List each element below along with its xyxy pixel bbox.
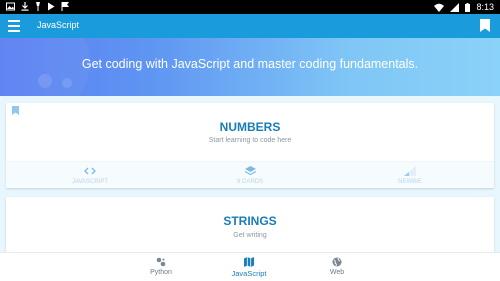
card-subtitle: Get writing: [233, 232, 267, 239]
stat-level: NEWBIE: [370, 166, 450, 185]
layers-icon: [244, 166, 256, 176]
card-bookmark-icon[interactable]: [12, 106, 19, 115]
nav-javascript[interactable]: JavaScript: [219, 257, 279, 278]
globe-icon: [332, 257, 342, 267]
play-store-notification-icon: [48, 2, 55, 11]
map-icon: [244, 257, 254, 267]
hero-tagline: Get coding with JavaScript and master co…: [81, 57, 419, 71]
nav-label: Web: [329, 269, 345, 276]
battery-icon: [465, 2, 471, 12]
status-notifications: [6, 2, 69, 11]
lesson-card-numbers[interactable]: NUMBERS Start learning to code here JAVA…: [6, 103, 494, 188]
nav-label: Python: [150, 269, 172, 276]
status-bar: 8:13: [0, 0, 500, 14]
code-icon: [84, 167, 96, 175]
stat-language: JAVASCRIPT: [50, 166, 130, 185]
stat-label: NEWBIE: [398, 179, 422, 185]
clock: 8:13: [476, 2, 494, 12]
stat-label: 9 CARDS: [236, 179, 263, 185]
nav-label: JavaScript: [231, 269, 267, 278]
lesson-card-strings[interactable]: STRINGS Get writing: [6, 197, 494, 257]
app-bar: JavaScript: [0, 14, 500, 38]
nav-web[interactable]: Web: [307, 257, 367, 276]
card-subtitle: Start learning to code here: [208, 137, 292, 144]
stat-cards: 9 CARDS: [210, 166, 290, 185]
wifi-icon: [434, 3, 445, 12]
python-icon: [156, 257, 166, 267]
lamp-notification-icon: [36, 2, 40, 11]
signal-bars-icon: [404, 166, 416, 176]
cell-signal-icon: [450, 2, 460, 12]
card-title: NUMBERS: [219, 120, 281, 134]
status-system: 8:13: [434, 2, 494, 12]
nav-python[interactable]: Python: [131, 257, 191, 276]
stat-label: JAVASCRIPT: [71, 179, 109, 185]
download-notification-icon: [21, 2, 29, 11]
flag-notification-icon: [61, 2, 69, 11]
image-notification-icon: [6, 2, 15, 11]
hero-banner: Get coding with JavaScript and master co…: [0, 38, 500, 96]
card-stats: JAVASCRIPT 9 CARDS NEWBIE: [6, 161, 494, 188]
card-title: STRINGS: [223, 214, 277, 228]
bottom-navigation: Python JavaScript Web: [0, 252, 500, 281]
menu-icon[interactable]: [8, 20, 20, 32]
bookmark-icon[interactable]: [480, 19, 490, 32]
app-title: JavaScript: [37, 20, 80, 30]
